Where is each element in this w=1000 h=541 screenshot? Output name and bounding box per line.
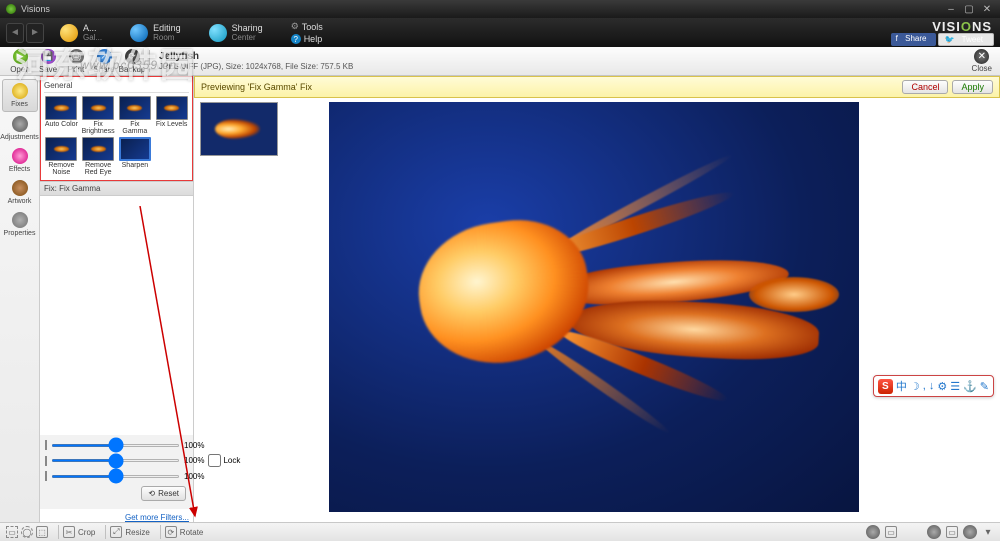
close-image-button[interactable]: ✕ Close [972,49,992,73]
backup-icon: ⟳ [125,49,140,64]
save-icon: 💾 [41,49,56,64]
preview-notification-bar: Previewing 'Fix Gamma' Fix Cancel Apply [194,76,1000,98]
ime-glyph-2[interactable]: , [923,380,926,392]
sidebar-item-fixes[interactable]: Fixes [2,79,38,112]
green-channel-chip [45,456,47,466]
menu-tools[interactable]: ⚙Tools [291,20,323,33]
resize-icon: ⤢ [110,526,122,538]
filter-sharpen[interactable]: Sharpen [118,137,153,176]
gear-icon: ⚙ [291,21,299,32]
sidebar-item-artwork[interactable]: Artwork [2,177,38,208]
main-image-canvas[interactable] [329,102,859,512]
resize-tool[interactable]: ⤢Resize [110,526,149,538]
nav-forward-button[interactable]: ► [26,23,44,43]
filter-fix-gamma[interactable]: Fix Gamma [118,96,153,135]
select-rect-icon[interactable]: ▭ [6,526,18,538]
adjustments-icon [12,116,28,132]
left-sidebar: Fixes Adjustments Effects Artwork Proper… [0,76,40,522]
close-icon: ✕ [974,49,989,64]
cancel-button[interactable]: Cancel [902,80,948,94]
fixes-icon [12,83,28,99]
filter-auto-color[interactable]: Auto Color [44,96,79,135]
app-icon [6,4,16,14]
zoom-fit-button[interactable] [866,525,880,539]
save-button[interactable]: 💾Save [34,49,62,74]
backup-button[interactable]: ⟳Backup [118,49,146,74]
select-free-icon[interactable]: ⬚ [36,526,48,538]
ime-glyph-5[interactable]: ☰ [950,380,960,393]
rotate-tool[interactable]: ⟳Rotate [165,526,204,538]
sidebar-item-properties[interactable]: Properties [2,209,38,240]
share-icon: ↗ [97,49,112,64]
rotate-icon: ⟳ [165,526,177,538]
canvas-area: Previewing 'Fix Gamma' Fix Cancel Apply [194,76,1000,522]
properties-icon [12,212,28,228]
zoom-in-button[interactable] [963,525,977,539]
window-maximize-button[interactable]: ▢ [962,3,976,15]
preview-text: Previewing 'Fix Gamma' Fix [201,82,312,92]
print-icon: 🖨 [69,49,84,64]
help-icon: ? [291,34,301,44]
file-info: Jellyfish JPEG/JIFF (JPG), Size: 1024x76… [159,51,353,71]
nav-tab-sharing[interactable]: SharingCenter [199,21,273,44]
ime-toolbar[interactable]: S 中 ☽ , ↓ ⚙ ☰ ⚓ ✎ [873,375,994,397]
thumbnail-preview[interactable] [200,102,278,156]
ime-glyph-0[interactable]: 中 [896,378,907,394]
select-ellipse-icon[interactable]: ◯ [21,526,33,538]
chevron-down-icon[interactable]: ▾ [982,526,994,538]
zoom-actual-button[interactable]: ▭ [885,526,897,538]
menu-help[interactable]: ?Help [291,33,323,45]
nav-tab-gallery[interactable]: A...Gal... [50,21,112,44]
ime-logo-icon: S [878,379,893,394]
sidebar-item-effects[interactable]: Effects [2,145,38,176]
share-twitter-button[interactable]: 🐦 Tweet [938,33,994,46]
effects-icon [12,148,28,164]
red-channel-chip [45,440,47,450]
filters-highlight-box: General Auto Color Fix Brightness Fix Ga… [40,76,193,181]
app-title: Visions [21,4,50,14]
window-close-button[interactable]: ✕ [980,3,994,15]
app-logo: VISIONS [932,19,992,34]
filters-panel: General Auto Color Fix Brightness Fix Ga… [40,76,194,522]
apply-button[interactable]: Apply [952,80,993,94]
filter-remove-red-eye[interactable]: Remove Red Eye [81,137,116,176]
zoom-out-button[interactable] [927,525,941,539]
editing-icon [130,24,148,42]
filters-section-title: General [44,79,189,93]
filter-fix-levels[interactable]: Fix Levels [154,96,189,135]
sharing-icon [209,24,227,42]
nav-back-button[interactable]: ◄ [6,23,24,43]
ime-glyph-6[interactable]: ⚓ [963,380,977,393]
ime-glyph-3[interactable]: ↓ [929,380,935,392]
zoom-100-button[interactable]: ▭ [946,526,958,538]
gallery-icon [60,24,78,42]
share-facebook-button[interactable]: f Share [891,33,937,46]
artwork-icon [12,180,28,196]
share-button[interactable]: ↗Share [90,49,118,74]
window-minimize-button[interactable]: – [944,3,958,15]
ime-glyph-1[interactable]: ☽ [910,380,920,393]
filter-fix-brightness[interactable]: Fix Brightness [81,96,116,135]
main-toolbar: ▶Open 💾Save 🖨Print ↗Share ⟳Backup Jellyf… [0,47,1000,76]
file-name: Jellyfish [159,51,199,62]
toolbar-divider [149,50,150,72]
open-icon: ▶ [13,49,28,64]
blue-channel-chip [45,471,47,481]
file-meta: JPEG/JIFF (JPG), Size: 1024x768, File Si… [159,62,353,71]
window-titlebar: Visions – ▢ ✕ [0,0,1000,18]
filter-remove-noise[interactable]: Remove Noise [44,137,79,176]
crop-icon: ✂ [63,526,75,538]
ime-glyph-4[interactable]: ⚙ [937,380,947,393]
slider-panel-title: Fix: Fix Gamma [40,181,193,196]
sidebar-item-adjustments[interactable]: Adjustments [2,113,38,144]
crop-tool[interactable]: ✂Crop [63,526,95,538]
print-button[interactable]: 🖨Print [62,49,90,74]
top-navigation: ◄ ► A...Gal... EditingRoom SharingCenter… [0,18,1000,47]
ime-glyph-7[interactable]: ✎ [980,380,989,393]
open-button[interactable]: ▶Open [6,49,34,74]
nav-tab-editing[interactable]: EditingRoom [120,21,191,44]
